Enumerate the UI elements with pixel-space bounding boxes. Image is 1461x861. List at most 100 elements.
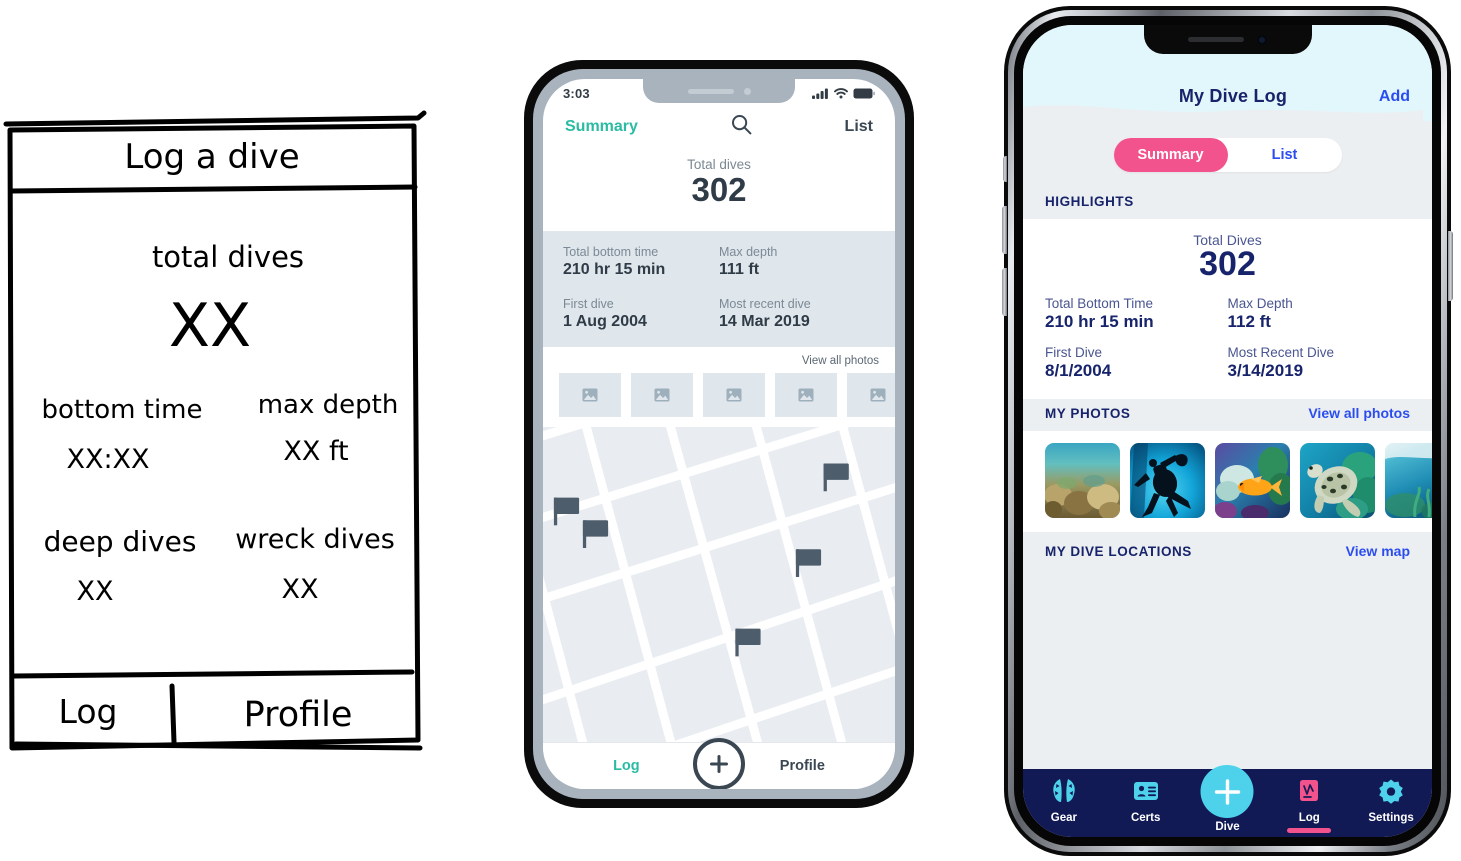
plus-icon — [1214, 778, 1241, 805]
hifi-phone-metal-frame: My Dive Log Add Summary List HIGHLIGHTS … — [1008, 10, 1447, 852]
underwater-scene-photo — [1385, 443, 1432, 519]
stat-label: Max Depth — [1227, 296, 1293, 312]
tab-summary[interactable]: Summary — [565, 118, 638, 136]
stat-most-recent-dive: Most Recent Dive 3/14/2019 — [1228, 345, 1411, 381]
front-camera-icon — [743, 87, 751, 95]
coral-reef-photo — [1045, 443, 1120, 519]
stat-value: 111 ft — [719, 260, 760, 278]
total-dives-hero: Total Dives 302 — [1045, 232, 1410, 283]
stat-value: 210 hr 15 min — [1045, 312, 1154, 332]
tab-label: Log — [1298, 812, 1320, 824]
view-map-link[interactable]: View map — [1346, 543, 1410, 559]
stat-value: 112 ft — [1227, 312, 1271, 332]
tab-label: Settings — [1368, 812, 1414, 824]
stat-max-depth: Max depth 111 ft — [719, 245, 875, 279]
cellular-bars-icon — [812, 88, 828, 99]
hifi-phone-mockup: My Dive Log Add Summary List HIGHLIGHTS … — [1002, 6, 1453, 856]
wireframe-dive-map[interactable] — [543, 426, 895, 742]
plus-icon — [710, 755, 728, 773]
view-all-photos-link[interactable]: View all photos — [543, 355, 895, 373]
stat-value: 14 Mar 2019 — [719, 312, 810, 330]
tab-summary[interactable]: Summary — [1114, 147, 1228, 163]
logbook-icon — [1300, 780, 1319, 801]
stat-value: 8/1/2004 — [1045, 361, 1112, 381]
tab-list[interactable]: List — [845, 118, 873, 136]
sketch-stat-value-3: XX — [282, 574, 319, 605]
photo-thumbnail-scuba-diver[interactable] — [1130, 443, 1205, 519]
photo-thumbnail-coral-reef[interactable] — [1045, 443, 1120, 519]
photo-thumbnail-placeholder[interactable] — [847, 372, 895, 417]
total-dives-label: Total dives — [687, 157, 751, 172]
stat-value: 1 Aug 2004 — [563, 312, 647, 330]
sketch-stat-value-2: XX — [77, 576, 114, 607]
image-placeholder-icon — [582, 388, 598, 402]
dive-locations-map-preview[interactable] — [1023, 569, 1432, 769]
phone-volume-down-button[interactable] — [1002, 268, 1007, 316]
photo-thumbnail-strip[interactable] — [1045, 443, 1432, 519]
stat-label: Most recent dive — [719, 296, 811, 311]
sea-turtle-photo — [1300, 443, 1375, 519]
image-placeholder-icon — [870, 388, 886, 402]
tab-settings[interactable]: Settings — [1359, 778, 1423, 824]
add-dive-fab-button[interactable] — [693, 738, 745, 789]
phone-mute-switch[interactable] — [1003, 156, 1007, 182]
section-header-highlights: HIGHLIGHTS — [1023, 188, 1432, 219]
stat-label: First dive — [563, 296, 614, 311]
fins-icon — [1053, 779, 1075, 802]
photo-thumbnail-underwater-scene[interactable] — [1385, 443, 1432, 519]
hifi-phone-screen: My Dive Log Add Summary List HIGHLIGHTS … — [1023, 25, 1432, 837]
view-all-photos-link[interactable]: View all photos — [1308, 405, 1410, 421]
phone-notch — [1143, 25, 1312, 54]
photo-thumbnail-placeholder[interactable] — [559, 372, 621, 417]
gear-icon — [1379, 779, 1403, 804]
wireframe-photos-section: View all photos — [543, 346, 895, 427]
photo-thumbnail-placeholder[interactable] — [775, 372, 837, 417]
sketch-header-divider — [8, 184, 418, 194]
add-dive-fab-button[interactable] — [1200, 765, 1254, 818]
total-dives-value: 302 — [1199, 245, 1256, 283]
stats-row: First Dive 8/1/2004 Most Recent Dive 3/1… — [1045, 345, 1410, 381]
hand-drawn-wireframe-sketch: Log a dive total dives XX bottom time XX… — [0, 108, 440, 758]
tab-gear[interactable]: Gear — [1032, 778, 1096, 824]
sketch-stat-value-1: XX ft — [283, 436, 348, 467]
photo-thumbnail-strip[interactable] — [543, 372, 895, 417]
segmented-control-wrapper: Summary List — [1023, 121, 1432, 188]
phone-power-button[interactable] — [1448, 231, 1453, 301]
stat-label: Total bottom time — [563, 244, 659, 259]
photo-thumbnail-sea-turtle[interactable] — [1300, 443, 1375, 519]
search-icon[interactable] — [731, 114, 752, 140]
stat-value: 210 hr 15 min — [563, 260, 666, 278]
status-time: 3:03 — [563, 85, 590, 101]
segmented-control[interactable]: Summary List — [1113, 138, 1342, 172]
image-placeholder-icon — [798, 388, 814, 402]
tab-log[interactable]: Log — [613, 758, 640, 774]
tab-list[interactable]: List — [1228, 147, 1342, 163]
sketch-stat-label-2: deep dives — [44, 525, 197, 558]
image-placeholder-icon — [726, 388, 742, 402]
sketch-stat-label-0: bottom time — [41, 395, 202, 425]
sketch-tab-separator — [169, 683, 177, 745]
photos-strip-section — [1023, 431, 1432, 533]
photo-thumbnail-orange-fish[interactable] — [1215, 443, 1290, 519]
wireframe-phone-mockup: 3:03 Summary List Total dives 302 Total … — [524, 60, 914, 808]
photo-thumbnail-placeholder[interactable] — [703, 372, 765, 417]
sketch-tab-log: Log — [59, 692, 118, 731]
stat-total-bottom-time: Total bottom time 210 hr 15 min — [563, 245, 719, 279]
stat-label: Most Recent Dive — [1227, 345, 1335, 361]
wireframe-phone-screen: 3:03 Summary List Total dives 302 Total … — [543, 79, 895, 789]
tab-label: Gear — [1050, 812, 1077, 824]
wifi-icon — [834, 87, 848, 98]
stat-label: Total Bottom Time — [1045, 296, 1154, 312]
tab-certs[interactable]: Certs — [1114, 778, 1178, 824]
section-title: MY DIVE LOCATIONS — [1045, 543, 1192, 559]
tab-log[interactable]: Log — [1277, 778, 1341, 833]
stats-row: Total Bottom Time 210 hr 15 min Max Dept… — [1045, 296, 1410, 332]
stat-total-bottom-time: Total Bottom Time 210 hr 15 min — [1045, 296, 1228, 332]
phone-volume-up-button[interactable] — [1002, 206, 1007, 254]
sketch-footer-divider — [11, 669, 415, 679]
front-camera-icon — [1257, 34, 1267, 45]
orange-fish-reef-photo — [1215, 443, 1290, 519]
photo-thumbnail-placeholder[interactable] — [631, 372, 693, 417]
tab-profile[interactable]: Profile — [780, 758, 825, 774]
sketch-frame-outline — [7, 123, 421, 751]
